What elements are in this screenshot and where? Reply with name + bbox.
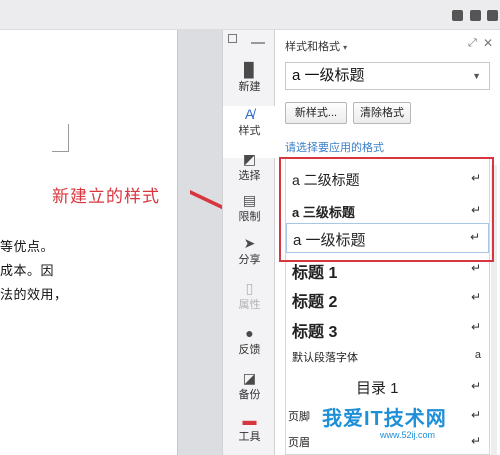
paragraph-mark-icon: ↵ <box>470 203 481 217</box>
sidebar-item-label: 新建 <box>238 81 261 93</box>
paragraph-mark-icon: ↵ <box>470 171 481 185</box>
sidebar-item-label: 反馈 <box>238 344 261 356</box>
window-icon[interactable] <box>487 10 498 21</box>
panel-scrollbar[interactable] <box>491 165 497 455</box>
sidebar-item-label: 备份 <box>238 389 261 401</box>
backup-icon: ◪ <box>242 370 257 386</box>
title-bar <box>0 0 500 30</box>
drag-handle-icon[interactable] <box>251 42 265 44</box>
document-text-line: 等优点。 <box>0 239 55 254</box>
style-name: 页眉 <box>288 437 310 449</box>
current-style-value: a 一级标题 <box>292 67 365 84</box>
styles-icon: A̸ <box>244 106 255 122</box>
style-name: 标题 2 <box>292 294 338 311</box>
pin-icon[interactable]: ⤢ <box>468 37 477 50</box>
sidebar-item-label: 样式 <box>238 125 261 137</box>
window-icon[interactable] <box>470 10 481 21</box>
paragraph-mark-icon: ↵ <box>470 434 481 448</box>
side-toolbar: ▉ 新建 A̸ 样式 ◩ 选择 ▤ 限制 ➤ 分享 ▯ 属性 ● 反馈 ◪ 备份… <box>222 30 276 455</box>
tools-icon: ▬ <box>242 412 257 428</box>
paragraph-mark-icon: ↵ <box>470 320 481 334</box>
sidebar-item-label: 限制 <box>238 211 261 223</box>
style-name: a 二级标题 <box>292 172 360 188</box>
list-item[interactable]: a 三级标题 ↵ <box>286 195 489 225</box>
paragraph-mark-icon: ↵ <box>470 261 481 275</box>
new-style-button[interactable]: 新样式... <box>285 102 347 124</box>
paragraph-mark-icon: ↵ <box>469 230 480 244</box>
panel-title[interactable]: 样式和格式 ▾ <box>285 38 347 54</box>
close-icon[interactable]: ✕ <box>483 36 493 50</box>
style-name: 目录 1 <box>356 380 399 397</box>
list-item[interactable]: 默认段落字体 a <box>286 345 489 369</box>
new-document-icon: ▉ <box>244 62 255 78</box>
chevron-down-icon: ▼ <box>472 71 481 81</box>
watermark-text: 我爱IT技术网 <box>322 408 447 430</box>
style-name: 标题 1 <box>292 265 338 282</box>
sidebar-item-tools[interactable]: ▬ 工具 <box>223 412 276 455</box>
sidebar-item-label: 属性 <box>238 299 261 311</box>
list-item[interactable]: 标题 3 ↵ <box>286 314 489 342</box>
watermark-url: www.52ij.com <box>380 430 436 440</box>
list-item[interactable]: 目录 1 ↵ <box>286 371 489 401</box>
document-page[interactable]: 等优点。 成本。因 法的效用， <box>0 30 178 455</box>
list-item[interactable]: a 二级标题 ↵ <box>286 161 489 195</box>
crop-mark <box>68 124 69 152</box>
style-name: a 一级标题 <box>293 232 366 249</box>
annotation-label: 新建立的样式 <box>52 187 160 206</box>
list-item[interactable]: 标题 1 ↵ <box>286 255 489 283</box>
style-name: 标题 3 <box>292 324 338 341</box>
crop-mark <box>52 151 69 152</box>
current-style-dropdown[interactable]: a 一级标题 ▼ <box>285 62 490 90</box>
sidebar-item-label: 工具 <box>238 431 261 443</box>
apply-format-hint: 请选择要应用的格式 <box>285 142 384 154</box>
window-icon[interactable] <box>452 10 463 21</box>
list-item[interactable]: 标题 2 ↵ <box>286 284 489 312</box>
collapse-icon[interactable] <box>228 34 237 43</box>
paragraph-mark-icon: ↵ <box>470 290 481 304</box>
feedback-icon: ● <box>245 325 254 341</box>
share-icon: ➤ <box>243 235 256 251</box>
sidebar-item-label: 分享 <box>238 254 261 266</box>
paragraph-mark-icon: a <box>474 349 481 361</box>
restrict-icon: ▤ <box>242 192 257 208</box>
chevron-down-icon: ▾ <box>343 43 348 52</box>
style-name: 默认段落字体 <box>292 352 358 364</box>
document-text-line: 成本。因 <box>0 263 55 278</box>
style-name: 页脚 <box>288 411 310 423</box>
panel-title-text: 样式和格式 <box>285 41 340 53</box>
style-name: a 三级标题 <box>292 205 355 220</box>
list-item[interactable]: a 一级标题 ↵ <box>286 223 489 253</box>
clear-format-button[interactable]: 清除格式 <box>353 102 411 124</box>
paragraph-mark-icon: ↵ <box>470 408 481 422</box>
document-text-line: 法的效用， <box>0 287 68 302</box>
properties-icon: ▯ <box>245 280 254 296</box>
select-icon: ◩ <box>242 151 257 167</box>
styles-panel: 样式和格式 ▾ ⤢ ✕ a 一级标题 ▼ 新样式... 清除格式 请选择要应用的… <box>275 30 500 455</box>
paragraph-mark-icon: ↵ <box>470 379 481 393</box>
sidebar-item-label: 选择 <box>238 170 261 182</box>
